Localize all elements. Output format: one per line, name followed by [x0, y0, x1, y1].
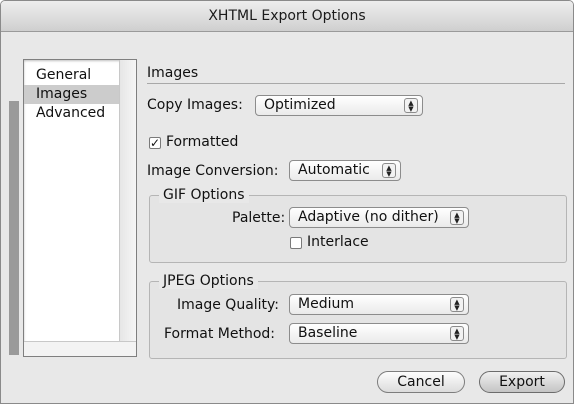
section-title: Images: [147, 65, 199, 81]
interlace-label: Interlace: [307, 234, 369, 250]
popup-arrows-icon: ▲ ▼: [382, 163, 396, 178]
sidebar-scrollbar[interactable]: [119, 60, 136, 356]
window-edge-shadow: [9, 101, 19, 355]
image-quality-popup[interactable]: Medium ▲ ▼: [289, 294, 469, 315]
jpeg-options-group: [149, 281, 567, 359]
section-divider: [147, 83, 565, 84]
palette-value: Adaptive (no dither): [298, 209, 439, 225]
category-list[interactable]: General Images Advanced: [23, 59, 137, 357]
popup-arrows-icon: ▲ ▼: [450, 326, 464, 341]
image-quality-value: Medium: [298, 296, 354, 312]
format-method-value: Baseline: [298, 325, 358, 341]
popup-arrows-icon: ▲ ▼: [404, 98, 418, 113]
copy-images-popup[interactable]: Optimized ▲ ▼: [255, 95, 423, 116]
format-method-popup[interactable]: Baseline ▲ ▼: [289, 323, 469, 344]
window-title: XHTML Export Options: [1, 1, 573, 32]
image-conversion-value: Automatic: [298, 162, 370, 178]
gif-options-title: GIF Options: [159, 187, 249, 203]
copy-images-label: Copy Images:: [147, 97, 243, 113]
palette-popup[interactable]: Adaptive (no dither) ▲ ▼: [289, 207, 469, 228]
sidebar-item-label: General: [36, 67, 92, 83]
palette-label: Palette:: [232, 210, 286, 226]
sidebar-item-advanced[interactable]: Advanced: [24, 104, 119, 123]
sidebar-item-label: Advanced: [36, 105, 106, 121]
image-conversion-label: Image Conversion:: [147, 163, 279, 179]
copy-images-value: Optimized: [264, 97, 336, 113]
export-options-window: XHTML Export Options General Images Adva…: [0, 0, 574, 404]
interlace-checkbox[interactable]: [290, 237, 302, 249]
format-method-label: Format Method:: [164, 326, 276, 342]
image-quality-label: Image Quality:: [177, 297, 280, 313]
jpeg-options-title: JPEG Options: [159, 273, 258, 289]
sidebar-resize-bar: [24, 341, 136, 356]
cancel-button[interactable]: Cancel: [377, 371, 465, 393]
sidebar-item-label: Images: [36, 86, 88, 102]
sidebar-item-general[interactable]: General: [24, 66, 119, 85]
formatted-checkbox[interactable]: ✓: [149, 137, 161, 149]
formatted-label: Formatted: [166, 134, 239, 150]
popup-arrows-icon: ▲ ▼: [450, 210, 464, 225]
image-conversion-popup[interactable]: Automatic ▲ ▼: [289, 160, 401, 181]
popup-arrows-icon: ▲ ▼: [450, 297, 464, 312]
checkmark-icon: ✓: [150, 136, 161, 150]
gif-options-group: [149, 195, 567, 263]
export-button[interactable]: Export: [479, 371, 565, 393]
sidebar-item-images[interactable]: Images: [24, 85, 119, 104]
